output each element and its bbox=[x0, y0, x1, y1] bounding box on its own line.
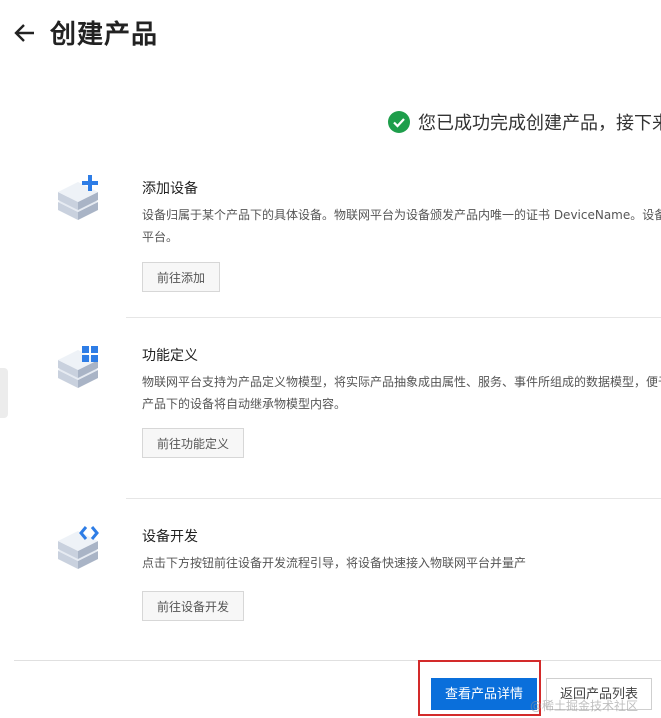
add-device-icon bbox=[58, 175, 98, 220]
step-description: 点击下方按钮前往设备开发流程引导，将设备快速接入物联网平台并量产 bbox=[142, 552, 660, 574]
desc-line: 物联网平台支持为产品定义物模型，将实际产品抽象成由属性、服务、事件所组成的数据模… bbox=[142, 375, 661, 389]
go-function-define-button[interactable]: 前往功能定义 bbox=[142, 428, 245, 458]
step-title: 设备开发 bbox=[142, 529, 198, 545]
success-text: 您已成功完成创建产品，接下来 bbox=[418, 113, 661, 134]
desc-line: 平台。 bbox=[142, 230, 179, 244]
step-description: 设备归属于某个产品下的具体设备。物联网平台为设备颁发产品内唯一的证书 Devic… bbox=[142, 204, 661, 248]
sidebar-collapse-handle[interactable] bbox=[0, 368, 8, 418]
highlight-annotation-box bbox=[418, 660, 541, 716]
back-arrow-icon[interactable] bbox=[12, 20, 38, 46]
function-define-icon bbox=[58, 346, 98, 388]
step-title: 功能定义 bbox=[142, 348, 198, 364]
go-device-dev-button[interactable]: 前往设备开发 bbox=[142, 591, 245, 621]
divider bbox=[126, 317, 661, 318]
page-title: 创建产品 bbox=[50, 20, 159, 50]
desc-line: 设备归属于某个产品下的具体设备。物联网平台为设备颁发产品内唯一的证书 Devic… bbox=[142, 208, 661, 222]
footer-divider bbox=[14, 660, 661, 661]
desc-line: 产品下的设备将自动继承物模型内容。 bbox=[142, 397, 347, 411]
watermark: @稀土掘金技术社区 bbox=[530, 699, 639, 713]
step-title: 添加设备 bbox=[142, 181, 198, 197]
desc-line: 点击下方按钮前往设备开发流程引导，将设备快速接入物联网平台并量产 bbox=[142, 556, 527, 570]
success-message: 您已成功完成创建产品，接下来 bbox=[388, 110, 661, 134]
step-description: 物联网平台支持为产品定义物模型，将实际产品抽象成由属性、服务、事件所组成的数据模… bbox=[142, 371, 661, 415]
go-add-device-button[interactable]: 前往添加 bbox=[142, 262, 221, 292]
divider bbox=[126, 498, 661, 499]
check-circle-icon bbox=[388, 111, 410, 133]
device-dev-icon bbox=[58, 526, 99, 569]
